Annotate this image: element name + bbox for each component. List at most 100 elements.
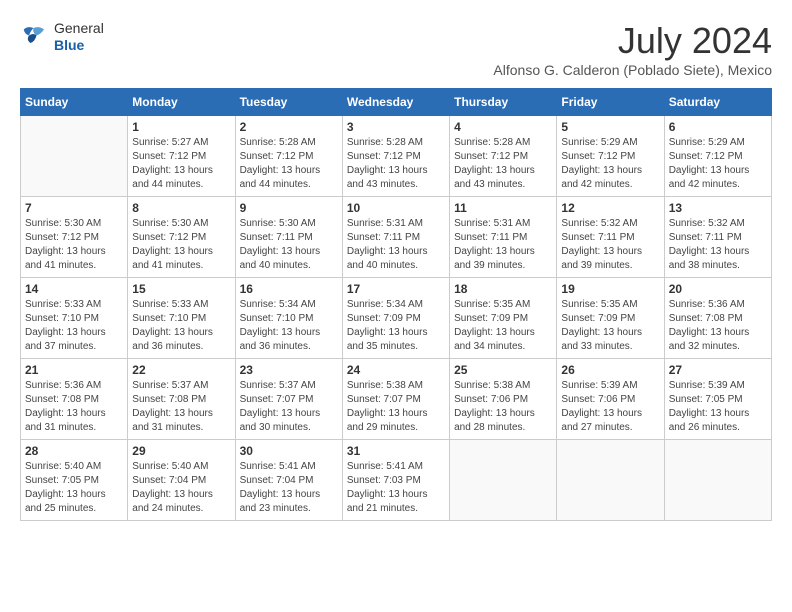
day-info: Sunrise: 5:29 AMSunset: 7:12 PMDaylight:…: [561, 136, 659, 192]
calendar-day-cell: [21, 116, 128, 197]
day-info: Sunrise: 5:37 AMSunset: 7:07 PMDaylight:…: [240, 379, 338, 435]
page-header: General Blue July 2024 Alfonso G. Calder…: [20, 20, 772, 78]
day-number: 21: [25, 363, 123, 377]
weekday-header: Monday: [128, 89, 235, 116]
weekday-header: Friday: [557, 89, 664, 116]
day-info: Sunrise: 5:40 AMSunset: 7:05 PMDaylight:…: [25, 460, 123, 516]
calendar-day-cell: 10 Sunrise: 5:31 AMSunset: 7:11 PMDayligh…: [342, 197, 449, 278]
calendar-day-cell: 29 Sunrise: 5:40 AMSunset: 7:04 PMDayligh…: [128, 440, 235, 521]
day-info: Sunrise: 5:37 AMSunset: 7:08 PMDaylight:…: [132, 379, 230, 435]
day-info: Sunrise: 5:30 AMSunset: 7:12 PMDaylight:…: [132, 217, 230, 273]
calendar-week-row: 7Sunrise: 5:30 AMSunset: 7:12 PMDaylight…: [21, 197, 772, 278]
day-info: Sunrise: 5:31 AMSunset: 7:11 PMDaylight:…: [454, 217, 552, 273]
day-number: 3: [347, 120, 445, 134]
calendar-week-row: 1 Sunrise: 5:27 AMSunset: 7:12 PMDaylight…: [21, 116, 772, 197]
calendar-day-cell: 28 Sunrise: 5:40 AMSunset: 7:05 PMDayligh…: [21, 440, 128, 521]
calendar-day-cell: 26 Sunrise: 5:39 AMSunset: 7:06 PMDayligh…: [557, 359, 664, 440]
day-info: Sunrise: 5:35 AMSunset: 7:09 PMDaylight:…: [454, 298, 552, 354]
day-number: 5: [561, 120, 659, 134]
calendar-week-row: 21 Sunrise: 5:36 AMSunset: 7:08 PMDayligh…: [21, 359, 772, 440]
day-info: Sunrise: 5:29 AMSunset: 7:12 PMDaylight:…: [669, 136, 767, 192]
month-title: July 2024: [493, 20, 772, 62]
day-info: Sunrise: 5:36 AMSunset: 7:08 PMDaylight:…: [25, 379, 123, 435]
calendar-day-cell: 17 Sunrise: 5:34 AMSunset: 7:09 PMDayligh…: [342, 278, 449, 359]
calendar-day-cell: 5 Sunrise: 5:29 AMSunset: 7:12 PMDaylight…: [557, 116, 664, 197]
calendar-day-cell: 3 Sunrise: 5:28 AMSunset: 7:12 PMDaylight…: [342, 116, 449, 197]
calendar-day-cell: 31 Sunrise: 5:41 AMSunset: 7:03 PMDayligh…: [342, 440, 449, 521]
day-number: 31: [347, 444, 445, 458]
day-info: Sunrise: 5:32 AMSunset: 7:11 PMDaylight:…: [669, 217, 767, 273]
calendar-day-cell: 1 Sunrise: 5:27 AMSunset: 7:12 PMDaylight…: [128, 116, 235, 197]
day-info: Sunrise: 5:32 AMSunset: 7:11 PMDaylight:…: [561, 217, 659, 273]
day-number: 1: [132, 120, 230, 134]
calendar-week-row: 28 Sunrise: 5:40 AMSunset: 7:05 PMDayligh…: [21, 440, 772, 521]
day-info: Sunrise: 5:39 AMSunset: 7:06 PMDaylight:…: [561, 379, 659, 435]
calendar-day-cell: 27Sunrise: 5:39 AMSunset: 7:05 PMDayligh…: [664, 359, 771, 440]
day-number: 22: [132, 363, 230, 377]
day-number: 11: [454, 201, 552, 215]
day-info: Sunrise: 5:30 AMSunset: 7:11 PMDaylight:…: [240, 217, 338, 273]
day-number: 23: [240, 363, 338, 377]
calendar-day-cell: 7Sunrise: 5:30 AMSunset: 7:12 PMDaylight…: [21, 197, 128, 278]
day-number: 20: [669, 282, 767, 296]
calendar-day-cell: 20 Sunrise: 5:36 AMSunset: 7:08 PMDayligh…: [664, 278, 771, 359]
calendar-day-cell: [664, 440, 771, 521]
day-info: Sunrise: 5:36 AMSunset: 7:08 PMDaylight:…: [669, 298, 767, 354]
day-info: Sunrise: 5:34 AMSunset: 7:10 PMDaylight:…: [240, 298, 338, 354]
day-info: Sunrise: 5:28 AMSunset: 7:12 PMDaylight:…: [240, 136, 338, 192]
calendar-day-cell: [450, 440, 557, 521]
day-number: 6: [669, 120, 767, 134]
day-number: 27: [669, 363, 767, 377]
day-number: 4: [454, 120, 552, 134]
weekday-header: Thursday: [450, 89, 557, 116]
calendar-day-cell: 12 Sunrise: 5:32 AMSunset: 7:11 PMDayligh…: [557, 197, 664, 278]
day-number: 12: [561, 201, 659, 215]
day-number: 8: [132, 201, 230, 215]
day-info: Sunrise: 5:27 AMSunset: 7:12 PMDaylight:…: [132, 136, 230, 192]
day-info: Sunrise: 5:33 AMSunset: 7:10 PMDaylight:…: [25, 298, 123, 354]
day-info: Sunrise: 5:41 AMSunset: 7:04 PMDaylight:…: [240, 460, 338, 516]
day-info: Sunrise: 5:28 AMSunset: 7:12 PMDaylight:…: [347, 136, 445, 192]
calendar-day-cell: 24 Sunrise: 5:38 AMSunset: 7:07 PMDayligh…: [342, 359, 449, 440]
day-number: 18: [454, 282, 552, 296]
weekday-header: Tuesday: [235, 89, 342, 116]
day-number: 24: [347, 363, 445, 377]
day-number: 17: [347, 282, 445, 296]
calendar-day-cell: 2Sunrise: 5:28 AMSunset: 7:12 PMDaylight…: [235, 116, 342, 197]
calendar-day-cell: 16 Sunrise: 5:34 AMSunset: 7:10 PMDayligh…: [235, 278, 342, 359]
day-info: Sunrise: 5:38 AMSunset: 7:07 PMDaylight:…: [347, 379, 445, 435]
calendar-day-cell: 22 Sunrise: 5:37 AMSunset: 7:08 PMDayligh…: [128, 359, 235, 440]
calendar-table: SundayMondayTuesdayWednesdayThursdayFrid…: [20, 88, 772, 521]
day-info: Sunrise: 5:41 AMSunset: 7:03 PMDaylight:…: [347, 460, 445, 516]
day-info: Sunrise: 5:34 AMSunset: 7:09 PMDaylight:…: [347, 298, 445, 354]
day-number: 14: [25, 282, 123, 296]
calendar-day-cell: 14 Sunrise: 5:33 AMSunset: 7:10 PMDayligh…: [21, 278, 128, 359]
weekday-header: Wednesday: [342, 89, 449, 116]
calendar-day-cell: 9 Sunrise: 5:30 AMSunset: 7:11 PMDaylight…: [235, 197, 342, 278]
day-info: Sunrise: 5:31 AMSunset: 7:11 PMDaylight:…: [347, 217, 445, 273]
title-section: July 2024 Alfonso G. Calderon (Poblado S…: [493, 20, 772, 78]
day-info: Sunrise: 5:40 AMSunset: 7:04 PMDaylight:…: [132, 460, 230, 516]
calendar-day-cell: 4Sunrise: 5:28 AMSunset: 7:12 PMDaylight…: [450, 116, 557, 197]
day-number: 9: [240, 201, 338, 215]
day-number: 15: [132, 282, 230, 296]
location-subtitle: Alfonso G. Calderon (Poblado Siete), Mex…: [493, 62, 772, 78]
day-number: 28: [25, 444, 123, 458]
day-number: 10: [347, 201, 445, 215]
day-info: Sunrise: 5:35 AMSunset: 7:09 PMDaylight:…: [561, 298, 659, 354]
calendar-day-cell: 21 Sunrise: 5:36 AMSunset: 7:08 PMDayligh…: [21, 359, 128, 440]
day-info: Sunrise: 5:33 AMSunset: 7:10 PMDaylight:…: [132, 298, 230, 354]
calendar-header-row: SundayMondayTuesdayWednesdayThursdayFrid…: [21, 89, 772, 116]
day-number: 16: [240, 282, 338, 296]
calendar-day-cell: 13Sunrise: 5:32 AMSunset: 7:11 PMDayligh…: [664, 197, 771, 278]
calendar-day-cell: [557, 440, 664, 521]
day-number: 26: [561, 363, 659, 377]
day-number: 29: [132, 444, 230, 458]
day-number: 25: [454, 363, 552, 377]
day-number: 30: [240, 444, 338, 458]
calendar-week-row: 14 Sunrise: 5:33 AMSunset: 7:10 PMDayligh…: [21, 278, 772, 359]
calendar-day-cell: 23 Sunrise: 5:37 AMSunset: 7:07 PMDayligh…: [235, 359, 342, 440]
calendar-day-cell: 11 Sunrise: 5:31 AMSunset: 7:11 PMDayligh…: [450, 197, 557, 278]
day-info: Sunrise: 5:30 AMSunset: 7:12 PMDaylight:…: [25, 217, 123, 273]
calendar-day-cell: 19Sunrise: 5:35 AMSunset: 7:09 PMDayligh…: [557, 278, 664, 359]
